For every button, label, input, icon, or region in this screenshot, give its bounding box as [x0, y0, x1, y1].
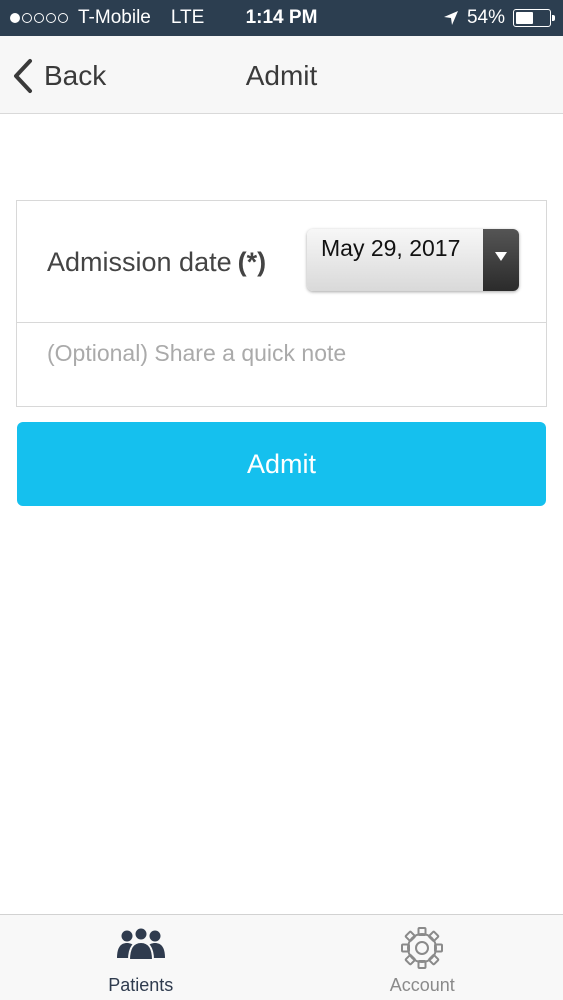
tab-patients-label: Patients	[108, 975, 174, 995]
note-input[interactable]	[17, 324, 546, 406]
required-marker: (*)	[237, 247, 267, 277]
dropdown-arrow-icon	[483, 229, 519, 291]
battery-fill	[516, 12, 534, 24]
tab-bar: Patients Account	[0, 914, 563, 1000]
location-arrow-icon	[443, 11, 458, 25]
admit-button[interactable]: Admit	[17, 422, 546, 506]
admission-date-row: Admission date (*) May 29, 2017	[17, 201, 546, 323]
tab-account-label: Account	[389, 975, 455, 995]
battery-icon	[513, 9, 555, 27]
admission-date-label: Admission date (*)	[47, 247, 266, 278]
admit-form: Admission date (*) May 29, 2017	[16, 200, 547, 407]
admission-date-text: Admission date	[47, 247, 232, 277]
page-title: Admit	[245, 60, 318, 91]
gear-icon	[401, 927, 444, 969]
status-right: 54%	[443, 7, 555, 29]
battery-percent: 54%	[466, 7, 505, 28]
tab-account[interactable]: Account	[282, 915, 563, 1000]
navigation-bar: Back Admit	[0, 36, 563, 114]
patients-icon	[116, 926, 165, 961]
admission-date-value: May 29, 2017	[321, 235, 461, 261]
tab-patients[interactable]: Patients	[0, 915, 282, 1000]
status-bar: T-Mobile LTE 1:14 PM 54%	[0, 0, 563, 36]
admission-date-picker[interactable]: May 29, 2017	[307, 229, 519, 291]
